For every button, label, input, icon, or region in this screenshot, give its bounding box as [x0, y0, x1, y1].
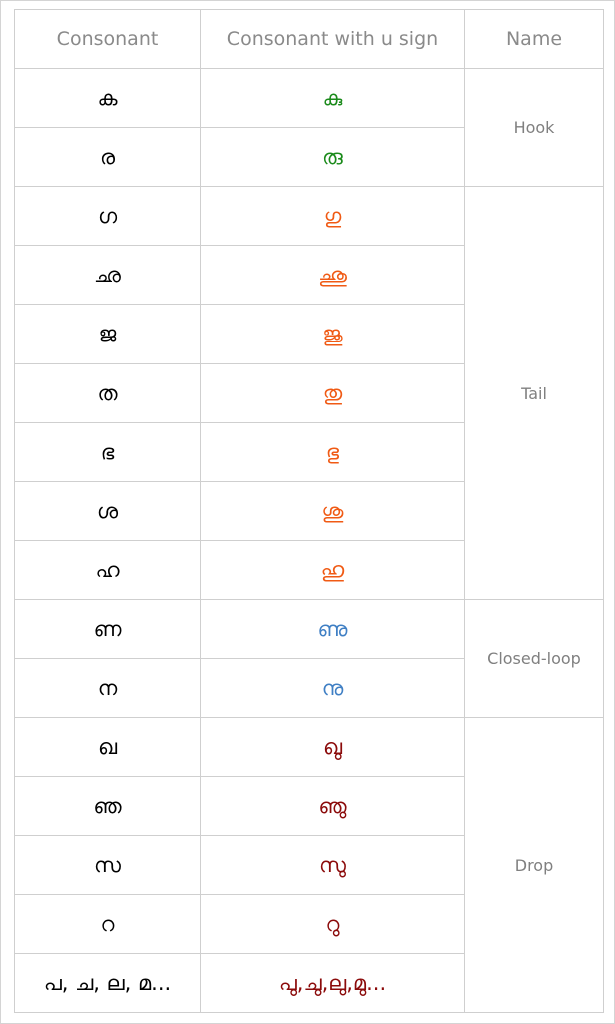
header-name: Name — [464, 9, 604, 69]
u-sign-cell: ഞു — [200, 776, 465, 836]
consonant-cell: ശ — [14, 481, 201, 541]
consonant-cell: പ, ച, ല, മ... — [14, 953, 201, 1013]
consonant-cell: ജ — [14, 304, 201, 364]
u-sign-cell: ജു — [200, 304, 465, 364]
consonant-cell: ര — [14, 127, 201, 187]
consonant-cell: ന — [14, 658, 201, 718]
u-sign-cell: ഭു — [200, 422, 465, 482]
consonant-cell: ഛ — [14, 245, 201, 305]
header-row: Consonant Consonant with u sign Name — [14, 9, 604, 69]
group-name-closed-loop: Closed-loop — [464, 599, 604, 718]
consonant-cell: ക — [14, 68, 201, 128]
group-name-hook: Hook — [464, 68, 604, 187]
table-body: ക കു Hook ര രു ഗ ഗു Tail ഛ ഛു ജ ജു ത തു … — [14, 68, 604, 1013]
u-sign-cell: ണു — [200, 599, 465, 659]
u-sign-cell: റു — [200, 894, 465, 954]
consonant-cell: ഭ — [14, 422, 201, 482]
page-frame: Consonant Consonant with u sign Name ക ക… — [0, 0, 615, 1024]
table-row: ഖ ഖു Drop — [14, 717, 604, 1013]
u-sign-cell: ഗു — [200, 186, 465, 246]
header-consonant-with-u-sign: Consonant with u sign — [200, 9, 465, 69]
table-row: ഗ ഗു Tail — [14, 186, 604, 600]
u-sign-cell: രു — [200, 127, 465, 187]
u-sign-cell: തു — [200, 363, 465, 423]
consonant-cell: ഞ — [14, 776, 201, 836]
group-name-tail: Tail — [464, 186, 604, 600]
u-sign-cell: ഖു — [200, 717, 465, 777]
consonant-cell: ഹ — [14, 540, 201, 600]
table-row: ക കു Hook — [14, 68, 604, 187]
u-sign-cell: നു — [200, 658, 465, 718]
u-sign-cell: ഹു — [200, 540, 465, 600]
consonant-cell: സ — [14, 835, 201, 895]
table-row: ണ ണു Closed-loop — [14, 599, 604, 718]
consonant-cell: റ — [14, 894, 201, 954]
consonant-cell: ഖ — [14, 717, 201, 777]
u-sign-cell: ഛു — [200, 245, 465, 305]
consonant-cell: ഗ — [14, 186, 201, 246]
consonant-cell: ത — [14, 363, 201, 423]
group-name-drop: Drop — [464, 717, 604, 1013]
header-consonant: Consonant — [14, 9, 201, 69]
consonant-cell: ണ — [14, 599, 201, 659]
u-sign-table: Consonant Consonant with u sign Name ക ക… — [14, 9, 604, 1013]
u-sign-cell: പു,ചു,ലു,മു... — [200, 953, 465, 1013]
u-sign-cell: ശു — [200, 481, 465, 541]
u-sign-cell: കു — [200, 68, 465, 128]
u-sign-cell: സു — [200, 835, 465, 895]
